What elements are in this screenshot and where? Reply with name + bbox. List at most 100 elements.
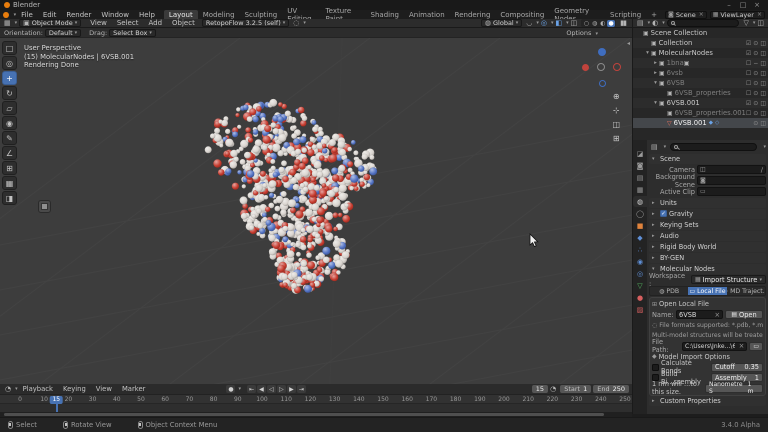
outliner-row[interactable]: ▸ ▣ 1bna ▣ ☐ − ◫: [633, 58, 768, 68]
mode-dropdown[interactable]: ▣ Object Mode ▾: [19, 19, 82, 27]
navigation-gizmo[interactable]: [578, 44, 622, 88]
axis-z-positive[interactable]: [598, 48, 606, 56]
workspace-tab-texture-paint[interactable]: Texture Paint: [321, 7, 366, 23]
outliner-editor-icon[interactable]: ▤: [637, 19, 644, 27]
orientation-default-dropdown[interactable]: Default ▾: [44, 28, 82, 37]
uncheckbox-icon[interactable]: ☐: [746, 110, 751, 117]
properties-tab-object[interactable]: ■: [633, 220, 647, 231]
eye-icon[interactable]: ⊙: [753, 100, 758, 107]
cutoff-slider[interactable]: Cutoff 0.35: [711, 362, 763, 372]
axis-x-negative[interactable]: [582, 64, 589, 71]
playhead-line[interactable]: [56, 404, 58, 412]
outliner-row[interactable]: ▸ ▣ 6vsb ☐ ⊙ ◫: [633, 68, 768, 78]
select-box-tool[interactable]: □: [2, 41, 17, 55]
frame-end-field[interactable]: End 250: [593, 385, 629, 393]
outliner-row[interactable]: ▣ 6VSB_properties.001 ☐ ⊙ ◫: [633, 108, 768, 118]
pause-render-button[interactable]: ▮▮: [620, 19, 627, 27]
checkbox-icon[interactable]: ☑: [746, 50, 751, 57]
image-empty-object[interactable]: [38, 200, 51, 213]
clear-path-icon[interactable]: ×: [739, 343, 745, 350]
shading-rendered-icon[interactable]: ●: [607, 19, 616, 27]
jump-to-start-button[interactable]: ⇤: [246, 385, 256, 393]
play-button[interactable]: ▷: [276, 385, 286, 393]
shading-solid-icon[interactable]: ◍: [591, 20, 599, 27]
outliner-row[interactable]: ▾ ▣ MolecularNodes ☑ ⊙ ◫: [633, 48, 768, 58]
camera-icon[interactable]: ◫: [760, 80, 766, 87]
view-layer-unlink-icon[interactable]: ×: [757, 11, 762, 18]
workspace-tab-rendering[interactable]: Rendering: [450, 10, 496, 19]
camera-icon[interactable]: ◫: [760, 70, 766, 77]
timeline-menu-marker[interactable]: Marker: [117, 385, 151, 393]
viewport-canvas[interactable]: [0, 38, 632, 384]
properties-search-input[interactable]: [670, 143, 758, 151]
properties-tab-texture[interactable]: ▨: [633, 304, 647, 315]
eye-icon[interactable]: ⊙: [753, 110, 758, 117]
workspace-tab-uv-editing[interactable]: UV Editing: [282, 7, 320, 23]
timeline-track[interactable]: [0, 404, 632, 412]
uncheckbox-icon[interactable]: ☐: [746, 90, 751, 97]
uncheckbox-icon[interactable]: ☐: [746, 80, 751, 87]
eye-icon[interactable]: ⊙: [753, 120, 758, 127]
molecule[interactable]: [204, 98, 378, 295]
outliner-display-mode-icon[interactable]: ◐: [652, 19, 658, 27]
checkbox-icon[interactable]: ☑: [746, 100, 751, 107]
snap-magnet-icon[interactable]: ◡: [526, 19, 532, 27]
uncheckbox-icon[interactable]: ☐: [746, 60, 751, 67]
play-reverse-button[interactable]: ◁: [266, 385, 276, 393]
auto-keying-button[interactable]: ●: [226, 385, 236, 393]
properties-tab-constraints[interactable]: ◎: [633, 268, 647, 279]
expand-closed-icon[interactable]: ▸: [652, 60, 659, 66]
workspace-tab-scripting[interactable]: Scripting: [605, 10, 646, 19]
viewport-menu-view[interactable]: View: [85, 19, 112, 27]
properties-tab-world[interactable]: ◯: [633, 208, 647, 219]
custom-properties-panel-header[interactable]: ▸ Custom Properties: [649, 396, 766, 406]
properties-tab-modifiers[interactable]: ◆: [633, 232, 647, 243]
drag-mode-dropdown[interactable]: Select Box ▾: [109, 28, 156, 37]
properties-breadcrumb-icon[interactable]: ▤: [651, 143, 658, 151]
timeline-ruler[interactable]: 0 10 20 30 40 50 60 70 80 90 100 110 120 130 140 150 160…: [0, 395, 632, 404]
camera-icon[interactable]: ◫: [760, 120, 766, 127]
eye-icon[interactable]: ⊙: [753, 80, 758, 87]
3d-viewport[interactable]: Orientation: Default ▾ Drag: Select Box …: [0, 28, 632, 384]
current-frame-field[interactable]: 15: [531, 385, 549, 393]
eye-icon[interactable]: ⊙: [753, 40, 758, 47]
gravity-panel-header[interactable]: ▸ ✓ Gravity: [649, 208, 766, 219]
uncheckbox-icon[interactable]: ☐: [746, 70, 751, 77]
viewport-menu-add[interactable]: Add: [143, 19, 167, 27]
workspace-tab-sculpting[interactable]: Sculpting: [240, 10, 283, 19]
outliner-filter-icon[interactable]: ▽: [743, 19, 748, 27]
properties-filter-caret-icon[interactable]: ▾: [763, 144, 766, 150]
cursor-tool[interactable]: ◎: [2, 56, 17, 70]
timeline-menu-playback[interactable]: Playback: [18, 385, 58, 393]
workspace-tab-geometry-nodes[interactable]: Geometry Nodes: [549, 7, 605, 23]
timeline-editor-icon[interactable]: ◔: [5, 385, 11, 393]
shading-wireframe-icon[interactable]: ○: [582, 20, 590, 27]
shading-material-icon[interactable]: ◐: [599, 20, 607, 27]
xray-toggle-icon[interactable]: ◫: [571, 19, 578, 27]
close-button[interactable]: ×: [750, 1, 764, 9]
transform-orientation-dropdown[interactable]: ◍ Global ▾: [480, 19, 523, 27]
camera-icon[interactable]: ◫: [760, 60, 766, 67]
file-path-field[interactable]: C:\Users\Jnke...\6vsb.pdb.gz ×: [682, 341, 748, 351]
camera-field[interactable]: ◫ ∕: [697, 165, 766, 174]
expand-closed-icon[interactable]: ▸: [652, 70, 659, 76]
retopoflow-dropdown[interactable]: RetopoFlow 3.2.5 (self) ▾: [201, 19, 290, 27]
properties-tab-material[interactable]: ●: [633, 292, 647, 303]
pan-icon[interactable]: ⊹: [612, 106, 620, 115]
add-cube-tool[interactable]: ⊞: [2, 161, 17, 175]
menu-file[interactable]: File: [16, 11, 38, 19]
outliner-row[interactable]: ▽ 6VSB.001 ◆ ◇ ⊙ ◫: [633, 118, 768, 128]
workspace-tab-compositing[interactable]: Compositing: [495, 10, 549, 19]
scale-tool[interactable]: ▱: [2, 101, 17, 115]
eye-icon[interactable]: ⊙: [753, 90, 758, 97]
menu-help[interactable]: Help: [134, 11, 160, 19]
frame-start-field[interactable]: Start 1: [560, 385, 592, 393]
active-clip-field[interactable]: ▭: [697, 187, 766, 196]
addon-tool-1-tool[interactable]: ▦: [2, 176, 17, 190]
outliner-row[interactable]: ▣ Scene Collection: [633, 28, 768, 38]
outliner-new-collection-icon[interactable]: ◫: [757, 19, 764, 27]
playhead-chip[interactable]: 15: [49, 395, 63, 404]
outliner-row[interactable]: ▾ ▣ 6VSB.001 ☑ ⊙ ◫: [633, 98, 768, 108]
camera-icon[interactable]: ◫: [760, 50, 766, 57]
tab-pdb[interactable]: ◍ PDB: [650, 287, 689, 295]
